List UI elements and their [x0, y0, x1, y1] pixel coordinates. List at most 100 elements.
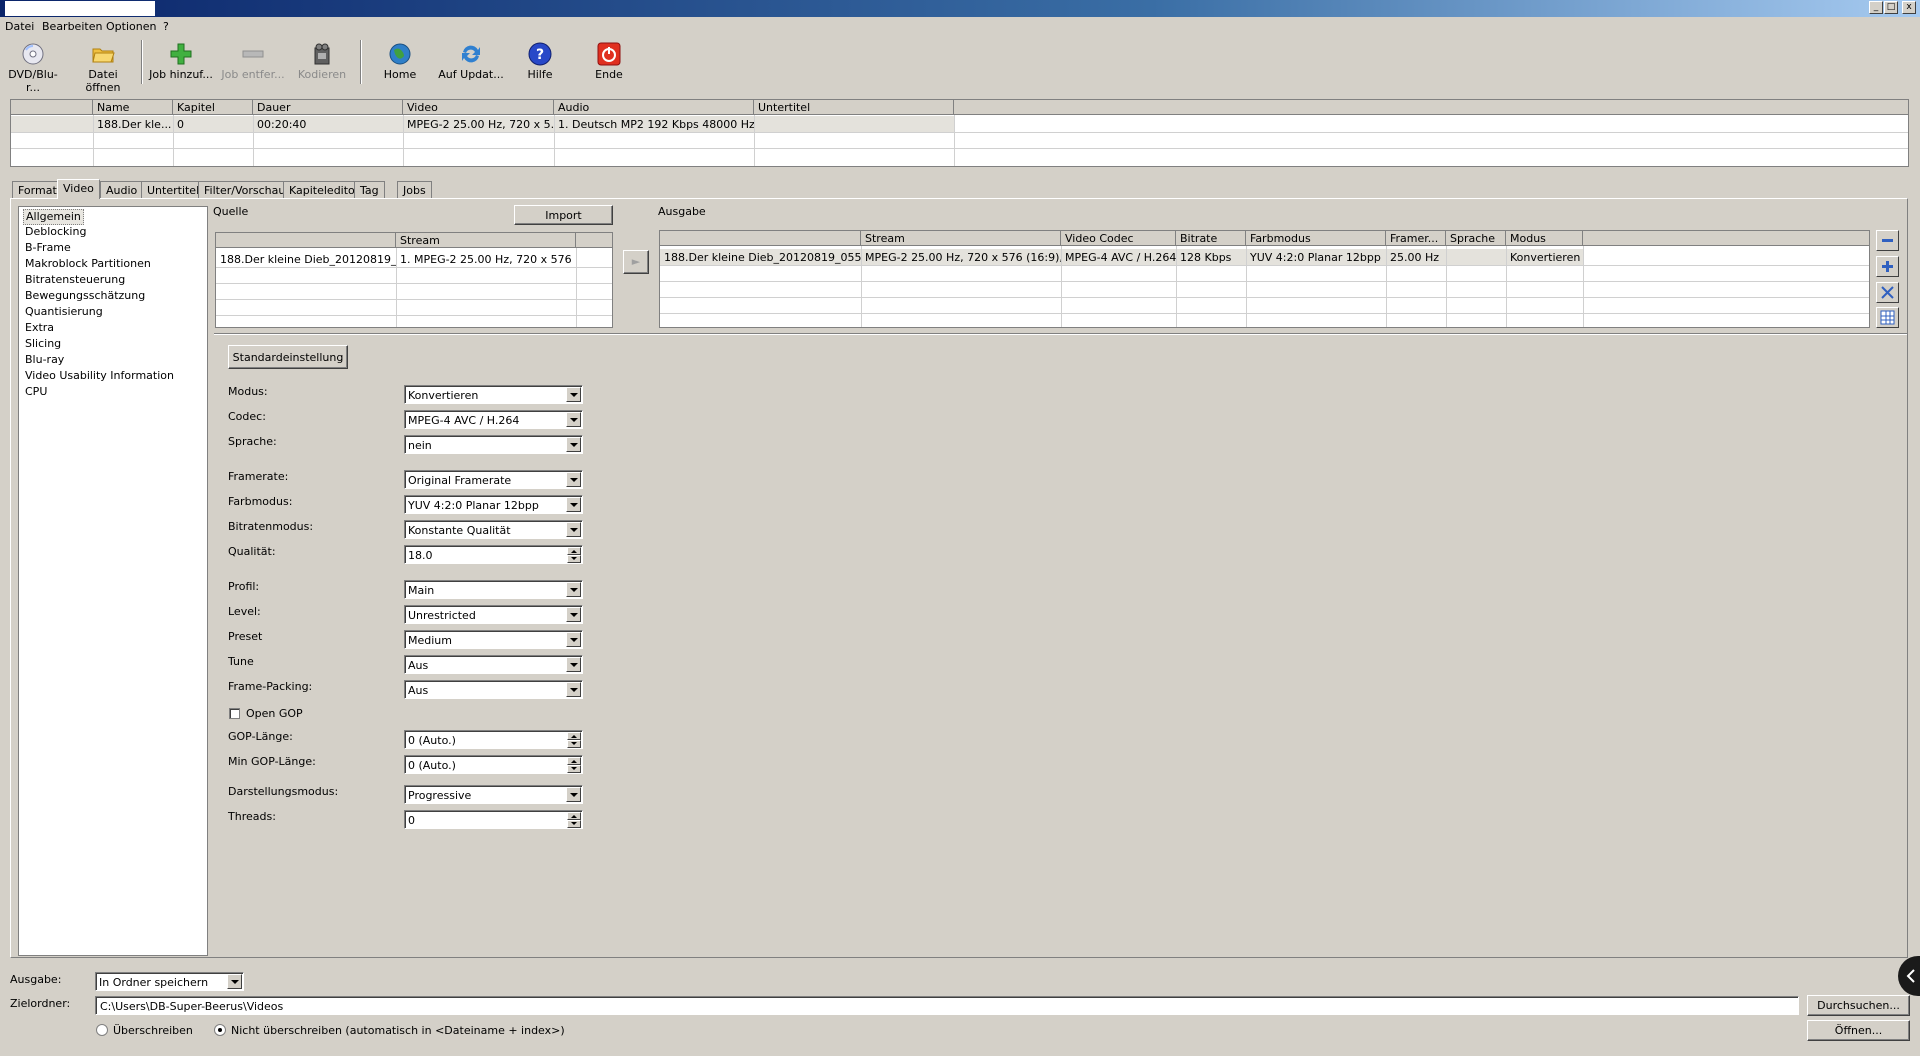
- column-header-video[interactable]: Video: [403, 100, 554, 115]
- open-button[interactable]: Öffnen...: [1807, 1020, 1910, 1041]
- side-panel-handle[interactable]: [1898, 956, 1920, 996]
- column-header[interactable]: [216, 233, 396, 248]
- chevron-down-icon[interactable]: [566, 657, 581, 672]
- chevron-down-icon[interactable]: [566, 412, 581, 427]
- chevron-down-icon[interactable]: [566, 787, 581, 802]
- framerate-select[interactable]: Original Framerate: [404, 470, 583, 489]
- overwrite-label[interactable]: Überschreiben: [113, 1024, 193, 1037]
- minimize-button[interactable]: _: [1869, 1, 1883, 14]
- chevron-down-icon[interactable]: [566, 497, 581, 512]
- chevron-down-icon[interactable]: [566, 632, 581, 647]
- close-button[interactable]: x: [1902, 1, 1916, 14]
- overwrite-radio[interactable]: [96, 1024, 108, 1036]
- remove-stream-button[interactable]: [1876, 230, 1899, 251]
- column-header-stream[interactable]: Stream: [396, 233, 576, 248]
- help-button[interactable]: ? Hilfe: [516, 42, 564, 86]
- category-extra[interactable]: Extra: [23, 321, 56, 337]
- category-bewegungsschaetzung[interactable]: Bewegungsschätzung: [23, 289, 147, 305]
- category-makroblock-partitionen[interactable]: Makroblock Partitionen: [23, 257, 153, 273]
- tab-audio[interactable]: Audio: [100, 181, 144, 198]
- open-gop-checkbox[interactable]: [229, 708, 240, 719]
- no-overwrite-radio[interactable]: [214, 1024, 226, 1036]
- maximize-button[interactable]: □: [1884, 1, 1898, 14]
- import-button[interactable]: Import: [514, 205, 613, 225]
- menu-bearbeiten[interactable]: Bearbeiten: [42, 20, 102, 33]
- column-header-video-codec[interactable]: Video Codec: [1061, 231, 1176, 246]
- column-header[interactable]: [11, 100, 93, 115]
- tab-jobs[interactable]: Jobs: [397, 181, 432, 198]
- column-header-stream[interactable]: Stream: [861, 231, 1061, 246]
- browse-button[interactable]: Durchsuchen...: [1807, 995, 1910, 1016]
- menu-help[interactable]: ?: [163, 20, 169, 33]
- chevron-down-icon[interactable]: [566, 437, 581, 452]
- threads-spinbox[interactable]: 0: [404, 810, 583, 829]
- tab-tag[interactable]: Tag: [354, 181, 385, 198]
- qualitaet-spinbox[interactable]: 18.0: [404, 545, 583, 564]
- exit-button[interactable]: Ende: [584, 42, 634, 86]
- column-header-name[interactable]: Name: [93, 100, 173, 115]
- spin-up-icon[interactable]: [567, 547, 581, 555]
- category-list[interactable]: Allgemein Deblocking B-Frame Makroblock …: [18, 206, 208, 956]
- transfer-arrow-button[interactable]: ►: [623, 250, 649, 274]
- column-header-dauer[interactable]: Dauer: [253, 100, 403, 115]
- gop-laenge-spinbox[interactable]: 0 (Auto.): [404, 730, 583, 749]
- tune-select[interactable]: Aus: [404, 655, 583, 674]
- profil-select[interactable]: Main: [404, 580, 583, 599]
- dvd-bluray-button[interactable]: DVD/Blu-r...: [2, 42, 64, 94]
- zielordner-input[interactable]: C:\Users\DB-Super-Beerus\Videos: [95, 996, 1799, 1015]
- bitratenmodus-select[interactable]: Konstante Qualität: [404, 520, 583, 539]
- spin-down-icon[interactable]: [567, 555, 581, 563]
- category-video-usability-information[interactable]: Video Usability Information: [23, 369, 176, 385]
- source-stream-table[interactable]: Stream 188.Der kleine Dieb_20120819_0...…: [215, 232, 613, 328]
- chevron-down-icon[interactable]: [566, 607, 581, 622]
- chevron-down-icon[interactable]: [566, 472, 581, 487]
- tab-kapiteleditor[interactable]: Kapiteleditor: [283, 181, 366, 198]
- chevron-down-icon[interactable]: [566, 522, 581, 537]
- preset-select[interactable]: Medium: [404, 630, 583, 649]
- category-allgemein[interactable]: Allgemein: [23, 209, 84, 225]
- min-gop-laenge-spinbox[interactable]: 0 (Auto.): [404, 755, 583, 774]
- darstellungsmodus-select[interactable]: Progressive: [404, 785, 583, 804]
- column-header-audio[interactable]: Audio: [554, 100, 754, 115]
- spin-up-icon[interactable]: [567, 812, 581, 820]
- open-file-button[interactable]: Datei öffnen: [70, 42, 136, 94]
- category-deblocking[interactable]: Deblocking: [23, 225, 88, 241]
- level-select[interactable]: Unrestricted: [404, 605, 583, 624]
- remove-job-button[interactable]: Job entfer...: [218, 42, 288, 86]
- delete-stream-button[interactable]: [1876, 282, 1899, 303]
- tab-untertitel[interactable]: Untertitel: [141, 181, 206, 198]
- farbmodus-select[interactable]: YUV 4:2:0 Planar 12bpp: [404, 495, 583, 514]
- chevron-down-icon[interactable]: [566, 387, 581, 402]
- category-cpu[interactable]: CPU: [23, 385, 49, 401]
- menu-optionen[interactable]: Optionen: [106, 20, 156, 33]
- codec-select[interactable]: MPEG-4 AVC / H.264: [404, 410, 583, 429]
- category-slicing[interactable]: Slicing: [23, 337, 63, 353]
- frame-packing-select[interactable]: Aus: [404, 680, 583, 699]
- chevron-down-icon[interactable]: [227, 974, 242, 989]
- sprache-select[interactable]: nein: [404, 435, 583, 454]
- tab-video[interactable]: Video: [57, 179, 100, 199]
- ausgabe-select[interactable]: In Ordner speichern: [95, 972, 244, 991]
- column-header-kapitel[interactable]: Kapitel: [173, 100, 253, 115]
- modus-select[interactable]: Konvertieren: [404, 385, 583, 404]
- column-header-modus[interactable]: Modus: [1506, 231, 1583, 246]
- chevron-down-icon[interactable]: [566, 682, 581, 697]
- column-header[interactable]: [660, 231, 861, 246]
- tab-format[interactable]: Format: [12, 181, 63, 198]
- open-gop-label[interactable]: Open GOP: [246, 707, 303, 720]
- tab-filter-vorschau[interactable]: Filter/Vorschau: [198, 181, 292, 198]
- category-blu-ray[interactable]: Blu-ray: [23, 353, 66, 369]
- add-stream-button[interactable]: [1876, 256, 1899, 277]
- source-file[interactable]: 188.Der kleine Dieb_20120819_0...: [216, 251, 396, 267]
- no-overwrite-label[interactable]: Nicht überschreiben (automatisch in <Dat…: [231, 1024, 565, 1037]
- category-b-frame[interactable]: B-Frame: [23, 241, 73, 257]
- check-update-button[interactable]: Auf Updat...: [436, 42, 506, 86]
- source-stream[interactable]: 1. MPEG-2 25.00 Hz, 720 x 576 ...: [396, 251, 576, 267]
- category-bitratensteuerung[interactable]: Bitratensteuerung: [23, 273, 127, 289]
- category-quantisierung[interactable]: Quantisierung: [23, 305, 105, 321]
- add-job-button[interactable]: Job hinzuf...: [148, 42, 214, 86]
- column-header-farbmodus[interactable]: Farbmodus: [1246, 231, 1386, 246]
- home-button[interactable]: Home: [376, 42, 424, 86]
- column-header-sprache[interactable]: Sprache: [1446, 231, 1506, 246]
- column-header-framerate[interactable]: Framer...: [1386, 231, 1446, 246]
